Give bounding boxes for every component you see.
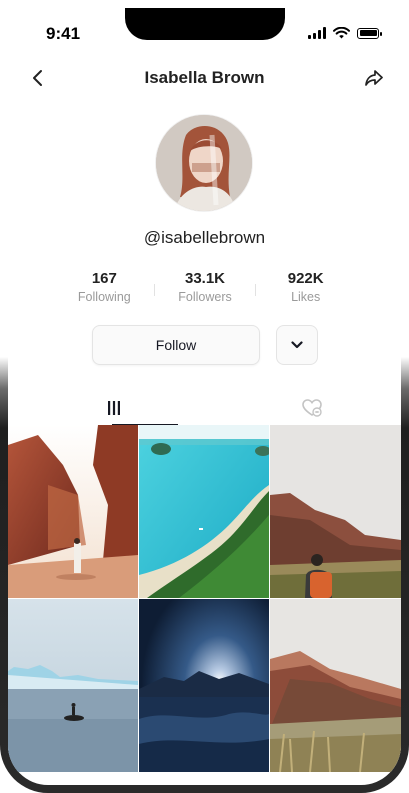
avatar-portrait xyxy=(156,115,252,211)
thumbnail-image xyxy=(139,425,269,598)
follow-button[interactable]: Follow xyxy=(92,325,260,365)
page-title: Isabella Brown xyxy=(144,68,265,87)
video-thumbnail[interactable] xyxy=(8,599,138,772)
device-frame: 9:41 Isabella Brown @isabellebrown 167 F… xyxy=(0,0,409,793)
wifi-icon xyxy=(333,27,350,39)
more-options-button[interactable] xyxy=(276,325,318,365)
heart-hidden-icon xyxy=(302,399,322,417)
profile-handle: @isabellebrown xyxy=(143,228,266,247)
video-thumbnail[interactable] xyxy=(270,599,401,772)
stat-value: 922K xyxy=(287,270,324,287)
notch xyxy=(125,8,285,40)
stat-likes[interactable]: 922K Likes xyxy=(255,270,356,310)
video-thumbnail[interactable] xyxy=(139,599,269,772)
thumbnail-image xyxy=(8,599,138,772)
stat-label: Likes xyxy=(291,290,321,304)
stat-label: Followers xyxy=(178,290,232,304)
battery-icon xyxy=(357,27,382,39)
video-grid xyxy=(8,425,401,772)
signal-icon xyxy=(308,27,326,39)
stat-followers[interactable]: 33.1K Followers xyxy=(155,270,256,310)
video-thumbnail[interactable] xyxy=(8,425,138,598)
tab-videos[interactable] xyxy=(16,390,212,426)
status-icons xyxy=(308,27,382,39)
stat-label: Following xyxy=(77,290,131,304)
video-thumbnail[interactable] xyxy=(139,425,269,598)
tab-liked[interactable] xyxy=(214,390,401,426)
thumbnail-image xyxy=(139,599,269,772)
thumbnail-image xyxy=(8,425,138,598)
thumbnail-image xyxy=(270,425,401,598)
stat-value: 33.1K xyxy=(184,270,226,287)
stat-divider xyxy=(154,284,155,296)
stat-divider xyxy=(255,284,256,296)
profile-tabs xyxy=(8,390,401,426)
stat-value: 167 xyxy=(91,270,117,287)
top-nav: Isabella Brown xyxy=(8,64,401,92)
chevron-down-icon xyxy=(291,341,303,349)
avatar[interactable] xyxy=(156,115,252,211)
phone-screen: 9:41 Isabella Brown @isabellebrown 167 F… xyxy=(8,8,401,785)
share-arrow-icon[interactable] xyxy=(363,67,385,89)
video-thumbnail[interactable] xyxy=(270,425,401,598)
status-time: 9:41 xyxy=(46,24,81,43)
grid-bars-icon xyxy=(108,401,120,415)
stat-following[interactable]: 167 Following xyxy=(54,270,155,310)
profile-stats: 167 Following 33.1K Followers 922K Likes xyxy=(54,270,356,310)
thumbnail-image xyxy=(270,599,401,772)
